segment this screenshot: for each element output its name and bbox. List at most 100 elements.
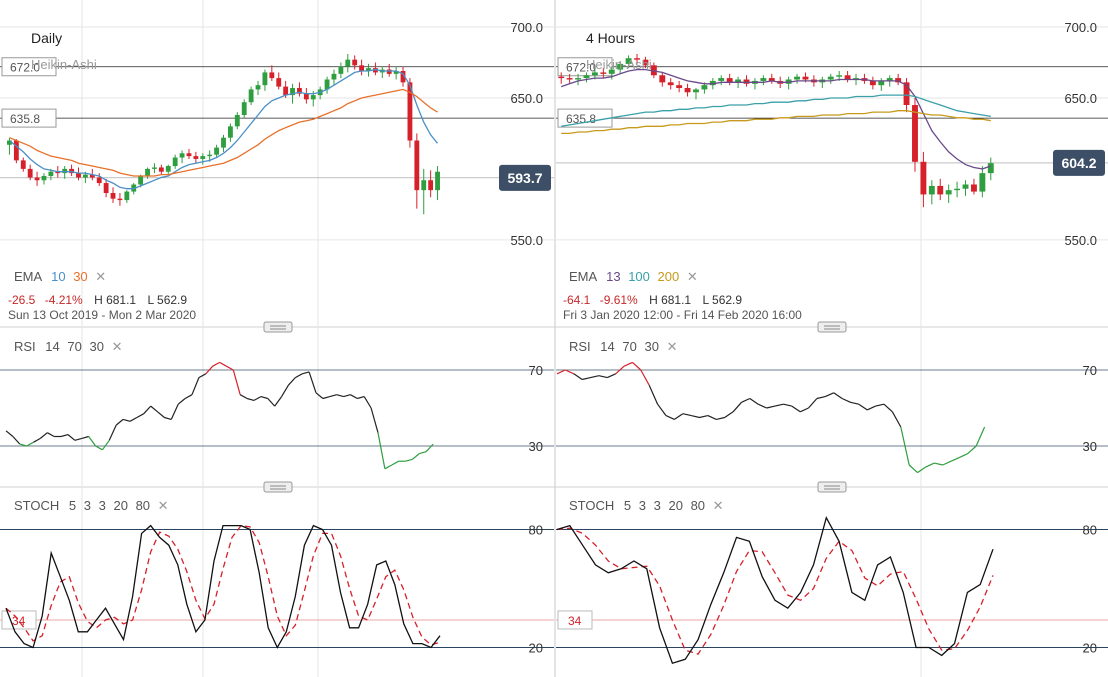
ema-param-long: 200 bbox=[657, 269, 680, 284]
stoch-legend[interactable]: STOCH 5 3 3 20 80 ✕ bbox=[569, 498, 724, 514]
price-tick-label: 700.0 bbox=[510, 20, 543, 35]
candle-body bbox=[421, 180, 427, 191]
price-badge-text: 593.7 bbox=[507, 170, 542, 186]
candle-body bbox=[359, 65, 365, 71]
high-value: H 681.1 bbox=[649, 293, 692, 307]
candle-body bbox=[255, 85, 261, 90]
candle-body bbox=[310, 95, 316, 100]
rsi-param: 30 bbox=[89, 339, 104, 354]
candle-body bbox=[276, 78, 282, 87]
stoch-label: STOCH bbox=[14, 498, 60, 513]
resize-handle bbox=[263, 321, 293, 333]
candle-body bbox=[878, 80, 885, 86]
rsi-tick-label: 30 bbox=[1083, 439, 1097, 454]
candle-body bbox=[152, 167, 157, 169]
price-tick-label: 700.0 bbox=[1064, 20, 1097, 35]
candle-body bbox=[684, 88, 691, 93]
rsi-param: 70 bbox=[622, 339, 637, 354]
candle-body bbox=[221, 137, 226, 148]
close-icon[interactable]: ✕ bbox=[687, 269, 698, 284]
candle-body bbox=[76, 173, 81, 178]
candle-body bbox=[214, 147, 220, 155]
candle-body bbox=[591, 72, 598, 76]
change-abs: -64.1 bbox=[563, 293, 591, 307]
rsi-param: 14 bbox=[45, 339, 60, 354]
candle-body bbox=[200, 156, 206, 159]
ema-legend[interactable]: EMA 10 30 ✕ bbox=[14, 269, 106, 285]
candle-body bbox=[945, 190, 952, 195]
candle-body bbox=[103, 183, 109, 193]
stoch-param: 3 bbox=[653, 498, 661, 513]
price-tick-label: 650.0 bbox=[1064, 91, 1097, 106]
rsi-tick-label: 70 bbox=[529, 363, 543, 378]
rsi-legend[interactable]: RSI 14 70 30 ✕ bbox=[569, 339, 677, 355]
stoch-param: 3 bbox=[83, 498, 91, 513]
chart-type-label[interactable]: Heikin-Ashi bbox=[31, 57, 97, 72]
rsi-label: RSI bbox=[14, 339, 36, 354]
candle-body bbox=[145, 168, 150, 176]
rsi-label: RSI bbox=[569, 339, 591, 354]
stoch-param: 5 bbox=[68, 498, 77, 513]
resize-handle bbox=[817, 481, 847, 493]
close-icon[interactable]: ✕ bbox=[713, 498, 724, 513]
close-icon[interactable]: ✕ bbox=[667, 339, 678, 354]
close-icon[interactable]: ✕ bbox=[158, 498, 169, 513]
price-tick-label: 650.0 bbox=[510, 91, 543, 106]
candle-body bbox=[667, 82, 674, 86]
panel-title: Daily bbox=[31, 30, 63, 46]
candle-body bbox=[283, 86, 289, 96]
date-range: Fri 3 Jan 2020 12:00 - Fri 14 Feb 2020 1… bbox=[563, 308, 802, 322]
stoch-param: 3 bbox=[98, 498, 106, 513]
candle-body bbox=[262, 72, 268, 86]
candle-body bbox=[836, 75, 843, 77]
candle-body bbox=[575, 78, 582, 80]
candle-body bbox=[583, 75, 590, 79]
stoch-param: 80 bbox=[690, 498, 706, 513]
background bbox=[0, 0, 1108, 677]
chart-canvas: 700.0650.0550.0672.0635.8593.77030802034… bbox=[0, 0, 1108, 677]
stoch-param: 5 bbox=[623, 498, 632, 513]
candle-body bbox=[676, 85, 683, 89]
stoch-tick-label: 20 bbox=[1083, 641, 1097, 656]
stoch-param: 20 bbox=[668, 498, 683, 513]
close-icon[interactable]: ✕ bbox=[95, 269, 106, 284]
candle-body bbox=[920, 161, 927, 195]
candle-body bbox=[435, 171, 440, 191]
candle-body bbox=[96, 177, 102, 184]
candle-body bbox=[566, 78, 573, 80]
candle-body bbox=[937, 185, 944, 195]
rsi-tick-label: 70 bbox=[1083, 363, 1097, 378]
candle-body bbox=[41, 175, 47, 181]
candle-body bbox=[428, 180, 434, 191]
stoch-highlight-label: 34 bbox=[12, 614, 26, 628]
candle-body bbox=[110, 193, 116, 199]
high-value: H 681.1 bbox=[94, 293, 137, 307]
ema-label: EMA bbox=[14, 269, 42, 284]
price-badge-text: 604.2 bbox=[1061, 155, 1096, 171]
close-icon[interactable]: ✕ bbox=[112, 339, 123, 354]
stoch-legend[interactable]: STOCH 5 3 3 20 80 ✕ bbox=[14, 498, 169, 514]
ema-legend[interactable]: EMA 13 100 200 ✕ bbox=[569, 269, 698, 285]
candle-body bbox=[987, 163, 994, 174]
candle-body bbox=[234, 114, 240, 127]
ref-level-label: 635.8 bbox=[10, 112, 40, 126]
panel-title: 4 Hours bbox=[586, 30, 636, 46]
candle-body bbox=[345, 59, 351, 67]
candle-body bbox=[27, 168, 33, 178]
change-pct: -4.21% bbox=[44, 293, 83, 307]
chart-type-label[interactable]: Heikin-Ashi bbox=[586, 57, 652, 72]
rsi-legend[interactable]: RSI 14 70 30 ✕ bbox=[14, 339, 122, 355]
low-value: L 562.9 bbox=[702, 293, 743, 307]
candle-body bbox=[962, 184, 969, 189]
candle-body bbox=[248, 89, 254, 103]
resize-handle bbox=[263, 481, 293, 493]
candle-body bbox=[193, 156, 199, 159]
candle-body bbox=[743, 79, 750, 84]
candle-body bbox=[659, 75, 666, 83]
candle-body bbox=[794, 76, 801, 80]
stoch-label: STOCH bbox=[569, 498, 615, 513]
candle-body bbox=[912, 105, 918, 162]
ema-param-short: 13 bbox=[606, 269, 621, 284]
candle-body bbox=[48, 171, 54, 176]
candle-body bbox=[172, 157, 178, 167]
